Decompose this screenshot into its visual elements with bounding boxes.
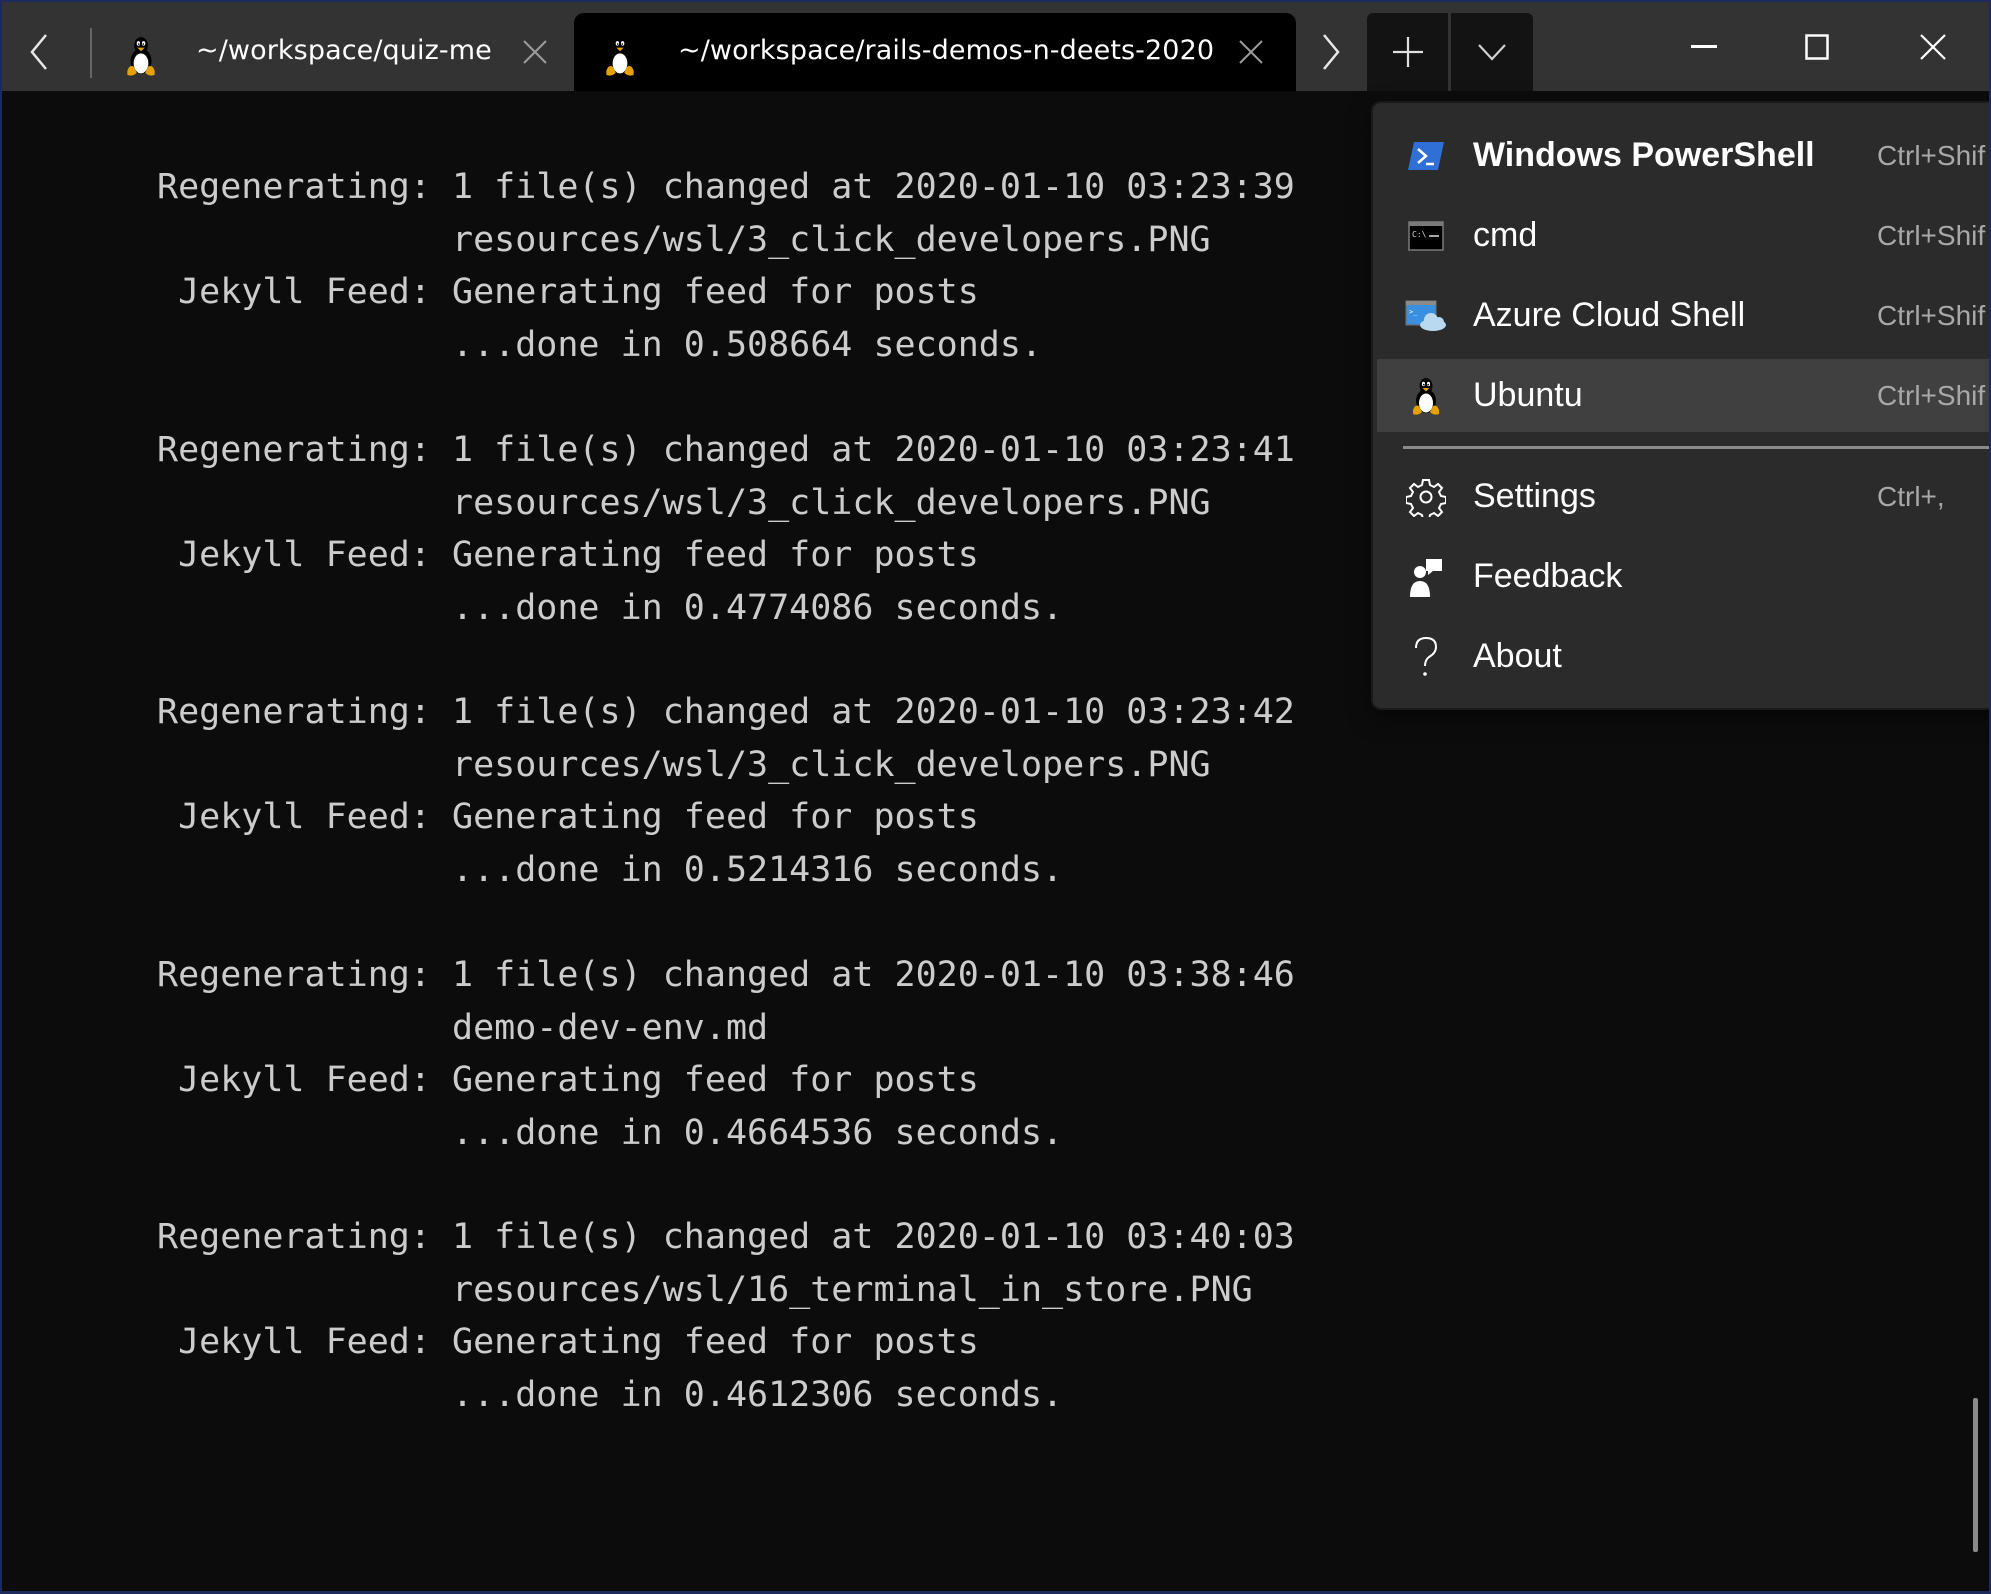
log-line: demo-dev-env.md [157,1007,769,1048]
menu-item-feedback[interactable]: Feedback [1377,540,1989,613]
log-line: Regenerating: 1 file(s) changed at 2020-… [157,167,1295,207]
log-line: Jekyll Feed: Generating feed for posts [157,797,979,837]
scroll-tabs-right-button[interactable] [1308,24,1354,80]
terminal-window: ~/workspace/quiz-me ~/workspace/rails-de… [2,2,1989,1591]
menu-item-label: About [1473,637,1562,675]
tab-quiz-me[interactable]: ~/workspace/quiz-me [97,13,567,91]
new-tab-split-button [1367,13,1533,91]
log-line: Jekyll Feed: Generating feed for posts [157,535,979,575]
chevron-down-icon [1477,44,1506,61]
close-icon[interactable] [1237,38,1265,66]
menu-item-label: Ubuntu [1473,376,1583,414]
scroll-tabs-left-button[interactable] [16,24,62,80]
menu-item-shortcut: Ctrl+Shif [1877,300,1986,331]
tab-title: ~/workspace/rails-demos-n-deets-2020 [678,35,1215,66]
cmd-icon: C:\ [1405,215,1447,257]
log-line: Jekyll Feed: Generating feed for posts [157,272,979,312]
log-line: ...done in 0.4664536 seconds. [157,1112,1064,1153]
maximize-button[interactable] [1783,12,1853,82]
menu-item-shortcut: Ctrl+Shif [1877,380,1986,411]
log-line: Jekyll Feed: Generating feed for posts [157,1322,979,1362]
menu-item-ubuntu[interactable]: Ubuntu Ctrl+Shif [1377,359,1989,432]
log-line: ...done in 0.508664 seconds. [157,324,1043,365]
menu-item-shortcut: Ctrl+, [1877,481,1945,512]
new-tab-dropdown-menu: Windows PowerShell Ctrl+Shif C:\ cmd Ctr… [1373,103,1989,708]
question-icon [1405,636,1447,678]
minimize-icon [1691,45,1717,48]
powershell-icon [1405,135,1447,177]
log-line: ...done in 0.4612306 seconds. [157,1374,1064,1415]
log-line: ...done in 0.4774086 seconds. [157,587,1064,628]
menu-item-settings[interactable]: Settings Ctrl+, [1377,460,1989,533]
log-block: Regenerating: 1 file(s) changed at 2020-… [157,949,1295,1159]
menu-item-label: Feedback [1473,557,1623,595]
log-line: Regenerating: 1 file(s) changed at 2020-… [157,692,1295,732]
menu-item-windows-powershell[interactable]: Windows PowerShell Ctrl+Shif [1377,119,1989,192]
menu-item-azure-cloud-shell[interactable]: >_ Azure Cloud Shell Ctrl+Shif [1377,279,1989,352]
log-block: Regenerating: 1 file(s) changed at 2020-… [157,161,1295,371]
new-tab-dropdown-button[interactable] [1451,13,1532,91]
minimize-button[interactable] [1669,12,1739,82]
log-line: Regenerating: 1 file(s) changed at 2020-… [157,955,1295,995]
log-line: Regenerating: 1 file(s) changed at 2020-… [157,430,1295,470]
log-line: resources/wsl/3_click_developers.PNG [157,219,1211,260]
new-tab-button[interactable] [1367,13,1448,91]
close-icon[interactable] [521,38,549,66]
tab-separator [90,28,92,78]
tab-rails-demos[interactable]: ~/workspace/rails-demos-n-deets-2020 [574,13,1296,91]
log-block: Regenerating: 1 file(s) changed at 2020-… [157,424,1295,634]
log-line: resources/wsl/3_click_developers.PNG [157,744,1211,785]
close-icon [1920,34,1946,60]
log-block: Regenerating: 1 file(s) changed at 2020-… [157,686,1295,896]
log-line: resources/wsl/16_terminal_in_store.PNG [157,1269,1253,1310]
menu-item-shortcut: Ctrl+Shif [1877,140,1986,171]
chevron-left-icon [30,34,47,70]
tab-title: ~/workspace/quiz-me [196,35,492,66]
tux-icon [604,35,636,77]
feedback-icon [1405,556,1447,598]
tux-icon [1405,375,1447,417]
log-line: Regenerating: 1 file(s) changed at 2020-… [157,1217,1295,1257]
menu-item-label: Settings [1473,477,1596,515]
maximize-icon [1805,34,1829,60]
menu-item-shortcut: Ctrl+Shif [1877,220,1986,251]
svg-text:C:\: C:\ [1412,230,1427,239]
menu-item-cmd[interactable]: C:\ cmd Ctrl+Shif [1377,199,1989,272]
svg-text:>_: >_ [1409,308,1418,316]
menu-item-label: Azure Cloud Shell [1473,296,1746,334]
azure-cloud-shell-icon: >_ [1405,295,1447,337]
menu-separator [1403,446,1989,449]
menu-item-label: cmd [1473,216,1538,254]
menu-item-about[interactable]: About [1377,620,1989,693]
title-bar: ~/workspace/quiz-me ~/workspace/rails-de… [2,2,1989,91]
gear-icon [1405,476,1447,518]
scrollbar-thumb[interactable] [1973,1398,1978,1552]
chevron-right-icon [1323,34,1340,70]
plus-icon [1392,37,1423,67]
tux-icon [125,35,157,77]
log-line: Jekyll Feed: Generating feed for posts [157,1060,979,1100]
close-window-button[interactable] [1898,12,1968,82]
log-block: Regenerating: 1 file(s) changed at 2020-… [157,1211,1295,1421]
log-line: resources/wsl/3_click_developers.PNG [157,482,1211,523]
menu-item-label: Windows PowerShell [1473,136,1815,174]
log-line: ...done in 0.5214316 seconds. [157,849,1064,890]
